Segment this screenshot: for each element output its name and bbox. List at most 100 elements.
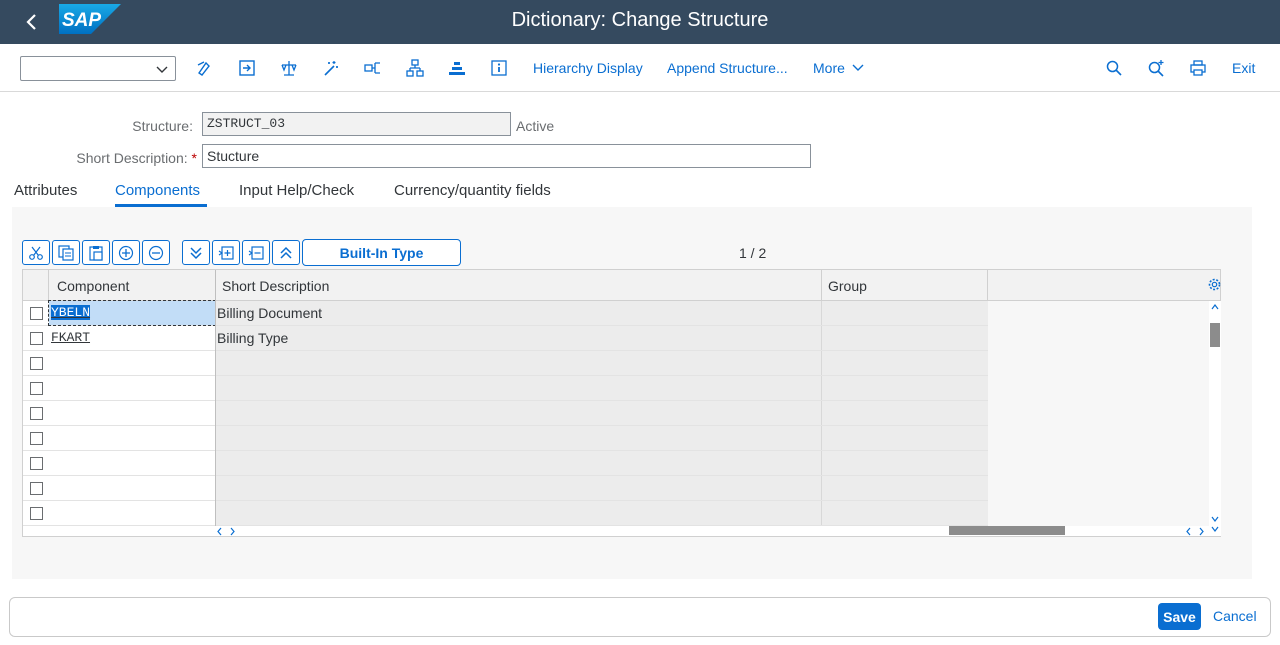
- scroll-first-button[interactable]: [272, 240, 300, 265]
- remove-circle-icon: [148, 245, 164, 260]
- scroll-left-right-icon[interactable]: [216, 527, 236, 536]
- row-select-checkbox[interactable]: [30, 382, 43, 395]
- row-select-checkbox[interactable]: [30, 432, 43, 445]
- tab-currency-quantity-fields[interactable]: Currency/quantity fields: [394, 182, 551, 199]
- column-header-component[interactable]: Component: [49, 270, 216, 301]
- component-cell[interactable]: [49, 476, 215, 500]
- vertical-scroll-thumb[interactable]: [1210, 323, 1220, 347]
- structure-field[interactable]: ZSTRUCT_03: [202, 112, 511, 136]
- scroll-last-button[interactable]: [182, 240, 210, 265]
- table-row: [23, 351, 988, 376]
- chevron-down-icon: [156, 66, 168, 73]
- horizontal-scrollbar[interactable]: [23, 526, 1209, 536]
- insert-row-button[interactable]: [112, 240, 140, 265]
- component-value: YBELN: [51, 305, 91, 320]
- component-cell[interactable]: [49, 351, 215, 375]
- built-in-type-button[interactable]: Built-In Type: [302, 239, 461, 266]
- insert-block-button[interactable]: [212, 240, 240, 265]
- group-cell: [822, 451, 988, 475]
- short-description-cell: Billing Document: [216, 301, 822, 325]
- display-change-icon[interactable]: [195, 58, 215, 78]
- short-description-cell: [216, 401, 822, 425]
- delete-row-button[interactable]: [142, 240, 170, 265]
- cancel-button[interactable]: Cancel: [1213, 608, 1257, 624]
- scroll-left-right-icon[interactable]: [1185, 527, 1205, 536]
- row-select-checkbox[interactable]: [30, 457, 43, 470]
- short-description-cell: [216, 376, 822, 400]
- more-label: More: [813, 60, 845, 76]
- required-mark: *: [191, 150, 197, 166]
- table-settings-icon[interactable]: [1208, 278, 1221, 291]
- component-cell[interactable]: FKART: [49, 326, 215, 350]
- component-cell[interactable]: [49, 426, 215, 450]
- other-object-icon[interactable]: [237, 58, 257, 78]
- where-used-icon[interactable]: [363, 58, 383, 78]
- table-row: [23, 451, 988, 476]
- group-cell: [822, 476, 988, 500]
- search-icon[interactable]: [1104, 58, 1124, 78]
- group-cell: [822, 426, 988, 450]
- component-cell[interactable]: [49, 376, 215, 400]
- table-row: [23, 476, 988, 501]
- row-select-checkbox[interactable]: [30, 357, 43, 370]
- row-select-checkbox[interactable]: [30, 307, 43, 320]
- append-structure-button[interactable]: Append Structure...: [667, 60, 788, 76]
- stack-layers-icon[interactable]: [447, 58, 467, 78]
- info-icon[interactable]: [489, 58, 509, 78]
- row-select-checkbox[interactable]: [30, 482, 43, 495]
- cut-button[interactable]: [22, 240, 50, 265]
- hierarchy-display-button[interactable]: Hierarchy Display: [533, 60, 643, 76]
- table-row: [23, 401, 988, 426]
- short-description-label: Short Description: *: [40, 150, 197, 166]
- short-description-cell: [216, 426, 822, 450]
- double-chevron-up-icon: [280, 246, 292, 259]
- component-cell[interactable]: [49, 501, 215, 525]
- group-cell: [822, 501, 988, 525]
- group-cell: [822, 326, 988, 350]
- column-header-group[interactable]: Group: [822, 270, 988, 301]
- save-button[interactable]: Save: [1158, 603, 1201, 630]
- scroll-down-end-icon[interactable]: [1210, 525, 1220, 533]
- row-select-checkbox[interactable]: [30, 407, 43, 420]
- short-description-input[interactable]: Stucture: [202, 144, 811, 168]
- row-select-checkbox[interactable]: [30, 332, 43, 345]
- horizontal-scroll-thumb[interactable]: [949, 526, 1065, 535]
- print-icon[interactable]: [1188, 58, 1208, 78]
- tab-input-help-check[interactable]: Input Help/Check: [239, 182, 354, 199]
- short-description-cell: [216, 476, 822, 500]
- add-circle-icon: [118, 245, 134, 260]
- vertical-scrollbar[interactable]: [1209, 301, 1221, 536]
- more-button[interactable]: More: [813, 60, 865, 76]
- paste-button[interactable]: [82, 240, 110, 265]
- component-cell[interactable]: [49, 451, 215, 475]
- short-description-cell: [216, 501, 822, 525]
- row-select-checkbox[interactable]: [30, 507, 43, 520]
- double-chevron-down-icon: [190, 246, 202, 259]
- copy-button[interactable]: [52, 240, 80, 265]
- paste-icon: [89, 245, 103, 261]
- delete-block-button[interactable]: [242, 240, 270, 265]
- action-dropdown[interactable]: [20, 56, 176, 81]
- short-description-cell: Billing Type: [216, 326, 822, 350]
- check-balance-icon[interactable]: [279, 58, 299, 78]
- scissors-icon: [29, 246, 43, 260]
- tab-attributes[interactable]: Attributes: [14, 182, 77, 199]
- hierarchy-icon[interactable]: [405, 58, 425, 78]
- column-header-short-description[interactable]: Short Description: [216, 270, 822, 301]
- table-row: FKART Billing Type: [23, 326, 988, 351]
- toolbar: Hierarchy Display Append Structure... Mo…: [0, 44, 1280, 92]
- component-cell[interactable]: YBELN: [48, 300, 216, 326]
- tab-components[interactable]: Components: [115, 182, 200, 199]
- delete-block-icon: [248, 245, 264, 260]
- select-all-header[interactable]: [23, 270, 49, 301]
- scroll-down-icon[interactable]: [1210, 515, 1220, 523]
- scroll-up-icon[interactable]: [1210, 303, 1220, 311]
- search-next-icon[interactable]: [1146, 58, 1166, 78]
- component-cell[interactable]: [49, 401, 215, 425]
- grid-empty-area: [988, 301, 1209, 526]
- components-table: Component Short Description Group YBELN B…: [22, 269, 1221, 537]
- exit-button[interactable]: Exit: [1232, 60, 1255, 76]
- table-row: YBELN Billing Document: [23, 300, 988, 326]
- footer-bar: Save Cancel: [9, 597, 1271, 637]
- activate-wand-icon[interactable]: [321, 58, 341, 78]
